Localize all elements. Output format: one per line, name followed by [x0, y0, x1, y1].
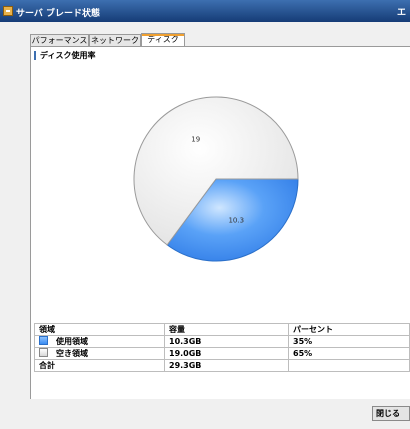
header-capacity: 容量 [164, 323, 289, 336]
window-titlebar: サーバ ブレード状態 エ [0, 0, 410, 22]
table-row: 使用領域 10.3GB 35% [34, 335, 410, 348]
pie-data-label: 19 [191, 136, 200, 144]
window-title-truncated: エ [396, 8, 406, 18]
disk-usage-pie-chart: 10.3 19 [133, 96, 299, 262]
table-row: 合計 29.3GB [34, 359, 410, 372]
row-capacity: 10.3GB [164, 335, 289, 348]
disk-panel: ディスク使用率 10.3 19 領域 容量 パーセント 使用領域 10.3GB 3… [30, 46, 410, 399]
row-capacity: 19.0GB [164, 347, 289, 360]
row-percent: 35% [288, 335, 410, 348]
table-row: 空き領域 19.0GB 65% [34, 347, 410, 360]
tab-disk[interactable]: ディスク [141, 33, 185, 47]
header-percent: パーセント [288, 323, 410, 336]
row-capacity: 29.3GB [164, 359, 289, 372]
used-swatch-icon [39, 336, 48, 345]
row-percent: 65% [288, 347, 410, 360]
disk-usage-table: 領域 容量 パーセント 使用領域 10.3GB 35% 空き領域 19.0GB … [34, 323, 410, 372]
row-name: 空き領域 [56, 349, 88, 358]
row-name: 合計 [34, 359, 165, 372]
free-swatch-icon [39, 348, 48, 357]
row-name: 使用領域 [56, 337, 88, 346]
close-button[interactable]: 閉じる [372, 406, 410, 421]
row-percent [288, 359, 410, 372]
server-icon [3, 6, 13, 16]
pie-data-label: 10.3 [228, 216, 244, 224]
table-header-row: 領域 容量 パーセント [34, 323, 410, 336]
row-name-cell: 使用領域 [34, 335, 165, 348]
tab-performance[interactable]: パフォーマンス [30, 34, 89, 46]
row-name-cell: 空き領域 [34, 347, 165, 360]
tab-network[interactable]: ネットワーク [89, 34, 141, 46]
header-area: 領域 [34, 323, 165, 336]
window-title: サーバ ブレード状態 [16, 9, 101, 19]
